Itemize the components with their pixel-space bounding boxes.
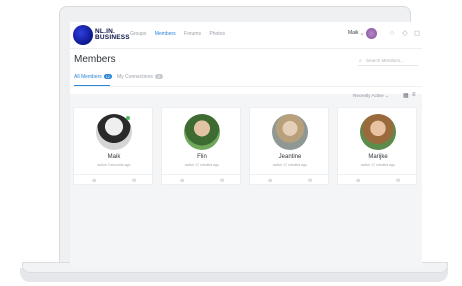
- sort-dropdown[interactable]: Recently Active ⌄: [353, 93, 389, 99]
- user-name[interactable]: Maik: [348, 30, 359, 36]
- grid-view-icon[interactable]: ▦: [403, 92, 409, 99]
- member-card[interactable]: Flin active 17 minutes ago ⊕ ✉: [161, 107, 242, 187]
- search-members-input[interactable]: ⌕ Search Members...: [358, 56, 418, 66]
- list-view-icon[interactable]: ≡: [412, 92, 416, 98]
- count-badge: 0: [154, 74, 163, 80]
- brand-name[interactable]: NL.IN. BUSINESS: [95, 28, 130, 41]
- chevron-down-icon[interactable]: ⌄: [358, 30, 366, 38]
- connect-icon[interactable]: ⊕: [92, 178, 96, 184]
- online-status-dot: [126, 116, 130, 120]
- tab-my-connections[interactable]: My Connections 0: [117, 74, 163, 80]
- tab-all-members[interactable]: All Members 12: [74, 74, 112, 80]
- count-badge: 12: [103, 74, 112, 80]
- tab-label: All Members: [74, 74, 102, 80]
- app-screen: NL.IN. BUSINESS Groups Members Forums Ph…: [70, 22, 422, 268]
- top-bar: NL.IN. BUSINESS Groups Members Forums Ph…: [70, 22, 422, 49]
- member-last-active: active 17 minutes ago: [272, 163, 308, 167]
- member-name[interactable]: Jeantine: [250, 154, 330, 160]
- nav-groups[interactable]: Groups: [130, 31, 146, 37]
- search-icon[interactable]: ○: [388, 30, 396, 38]
- card-actions: ⊕ ✉: [74, 174, 154, 187]
- message-icon[interactable]: ✉: [308, 178, 312, 184]
- connect-icon[interactable]: ⊕: [180, 178, 184, 184]
- card-actions: ⊕ ✉: [338, 174, 418, 187]
- member-last-active: active 17 minutes ago: [184, 163, 220, 167]
- brand-logo-icon[interactable]: [73, 25, 93, 45]
- member-avatar[interactable]: [360, 114, 396, 150]
- member-avatar[interactable]: [272, 114, 308, 150]
- member-name[interactable]: Flin: [162, 154, 242, 160]
- member-last-active: active 0 seconds ago: [97, 163, 131, 167]
- card-actions: ⊕ ✉: [162, 174, 242, 187]
- nav-members[interactable]: Members: [155, 31, 176, 37]
- member-card[interactable]: Marijke active 17 minutes ago ⊕ ✉: [337, 107, 418, 187]
- chevron-down-icon: ⌄: [385, 93, 389, 98]
- message-icon[interactable]: ✉: [132, 178, 136, 184]
- message-icon[interactable]: ✉: [396, 178, 400, 184]
- tab-label: My Connections: [117, 74, 153, 80]
- brand-line-2: BUSINESS: [95, 34, 130, 41]
- search-placeholder: Search Members...: [366, 58, 405, 63]
- notification-bell-icon[interactable]: ◇: [401, 30, 409, 38]
- message-icon[interactable]: ✉: [220, 178, 224, 184]
- nav-photos[interactable]: Photos: [209, 31, 225, 37]
- member-card[interactable]: Jeantine active 17 minutes ago ⊕ ✉: [249, 107, 330, 187]
- member-card[interactable]: Maik active 0 seconds ago ⊕ ✉: [73, 107, 154, 187]
- main-nav: Groups Members Forums Photos: [130, 31, 232, 37]
- cart-icon[interactable]: ◻: [413, 30, 421, 38]
- member-avatar[interactable]: [184, 114, 220, 150]
- nav-forums[interactable]: Forums: [184, 31, 201, 37]
- connect-icon[interactable]: ⊕: [356, 178, 360, 184]
- sort-label: Recently Active: [353, 93, 384, 98]
- search-icon: ⌕: [359, 58, 362, 64]
- member-name[interactable]: Marijke: [338, 154, 418, 160]
- user-avatar[interactable]: [366, 28, 377, 39]
- card-actions: ⊕ ✉: [250, 174, 330, 187]
- member-last-active: active 17 minutes ago: [360, 163, 396, 167]
- page-title: Members: [74, 54, 116, 65]
- member-name[interactable]: Maik: [74, 154, 154, 160]
- tabs-divider: [70, 86, 422, 87]
- connect-icon[interactable]: ⊕: [268, 178, 272, 184]
